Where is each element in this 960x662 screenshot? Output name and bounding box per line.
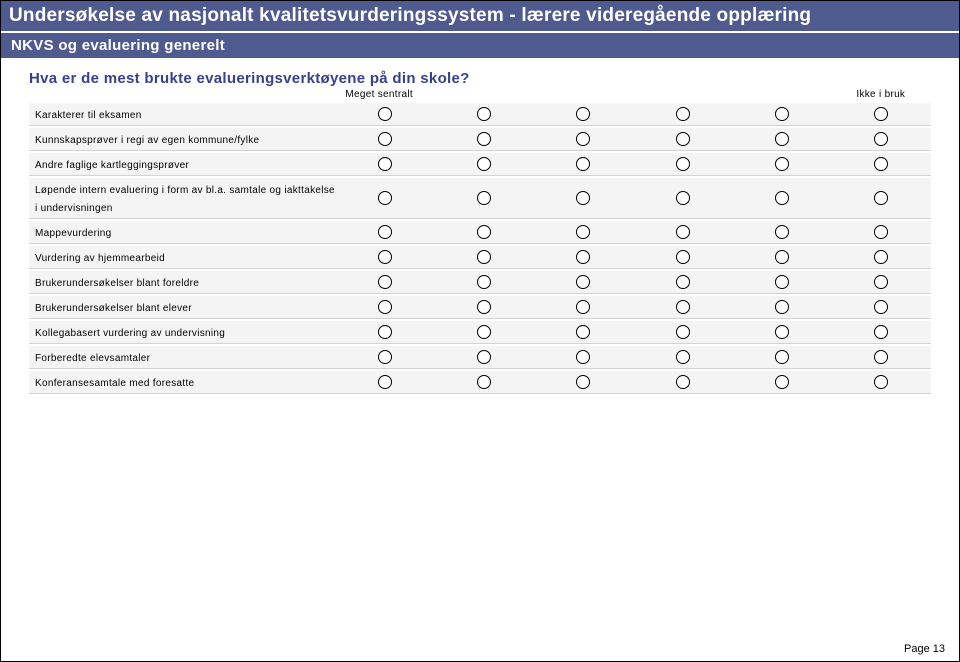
radio-option[interactable] xyxy=(676,157,690,171)
radio-option[interactable] xyxy=(576,225,590,239)
radio-option[interactable] xyxy=(775,225,789,239)
radio-option[interactable] xyxy=(378,275,392,289)
radio-option[interactable] xyxy=(775,300,789,314)
radio-option[interactable] xyxy=(477,300,491,314)
radio-option[interactable] xyxy=(874,300,888,314)
row-label: Brukerundersøkelser blant elever xyxy=(35,303,192,314)
radio-option[interactable] xyxy=(775,157,789,171)
radio-option[interactable] xyxy=(874,325,888,339)
radio-option[interactable] xyxy=(775,275,789,289)
radio-option[interactable] xyxy=(576,107,590,121)
question-block: Hva er de mest brukte evalueringsverktøy… xyxy=(1,58,959,394)
row-label: Mappevurdering xyxy=(35,228,111,239)
matrix-row: Brukerundersøkelser blant foreldre xyxy=(29,271,931,294)
radio-option[interactable] xyxy=(378,225,392,239)
radio-option[interactable] xyxy=(576,375,590,389)
radio-option[interactable] xyxy=(775,132,789,146)
matrix-row: Kunnskapsprøver i regi av egen kommune/f… xyxy=(29,128,931,151)
radio-option[interactable] xyxy=(676,250,690,264)
survey-title: Undersøkelse av nasjonalt kvalitetsvurde… xyxy=(1,1,959,31)
scale-right-label: Ikke i bruk xyxy=(856,89,905,100)
radio-option[interactable] xyxy=(477,250,491,264)
radio-option[interactable] xyxy=(378,375,392,389)
row-label: Brukerundersøkelser blant foreldre xyxy=(35,278,199,289)
section-title: NKVS og evaluering generelt xyxy=(1,31,959,58)
radio-option[interactable] xyxy=(378,350,392,364)
radio-option[interactable] xyxy=(676,375,690,389)
matrix-row: Forberedte elevsamtaler xyxy=(29,346,931,369)
radio-option[interactable] xyxy=(477,191,491,205)
radio-option[interactable] xyxy=(775,375,789,389)
radio-option[interactable] xyxy=(576,275,590,289)
radio-option[interactable] xyxy=(477,132,491,146)
radio-option[interactable] xyxy=(576,157,590,171)
radio-option[interactable] xyxy=(676,191,690,205)
radio-option[interactable] xyxy=(576,300,590,314)
row-label: Forberedte elevsamtaler xyxy=(35,353,150,364)
radio-option[interactable] xyxy=(874,275,888,289)
radio-option[interactable] xyxy=(576,250,590,264)
row-label: Karakterer til eksamen xyxy=(35,110,142,121)
matrix-row: Kollegabasert vurdering av undervisning xyxy=(29,321,931,344)
radio-option[interactable] xyxy=(775,107,789,121)
radio-option[interactable] xyxy=(477,325,491,339)
radio-option[interactable] xyxy=(775,350,789,364)
matrix-row: Karakterer til eksamen xyxy=(29,103,931,126)
radio-option[interactable] xyxy=(576,132,590,146)
row-label: Kollegabasert vurdering av undervisning xyxy=(35,328,225,339)
row-label: Løpende intern evaluering i form av bl.a… xyxy=(35,185,335,214)
radio-option[interactable] xyxy=(874,250,888,264)
radio-option[interactable] xyxy=(477,157,491,171)
radio-option[interactable] xyxy=(676,275,690,289)
radio-option[interactable] xyxy=(378,300,392,314)
scale-header: Meget sentralt Ikke i bruk xyxy=(29,89,931,100)
page-number: Page 13 xyxy=(904,643,945,655)
radio-option[interactable] xyxy=(676,325,690,339)
radio-option[interactable] xyxy=(477,375,491,389)
matrix-row: Løpende intern evaluering i form av bl.a… xyxy=(29,178,931,219)
radio-option[interactable] xyxy=(378,250,392,264)
radio-option[interactable] xyxy=(775,250,789,264)
radio-option[interactable] xyxy=(676,350,690,364)
matrix-row: Konferansesamtale med foresatte xyxy=(29,371,931,394)
radio-option[interactable] xyxy=(775,325,789,339)
radio-option[interactable] xyxy=(477,275,491,289)
radio-option[interactable] xyxy=(477,350,491,364)
row-label: Andre faglige kartleggingsprøver xyxy=(35,160,189,171)
radio-option[interactable] xyxy=(676,300,690,314)
radio-option[interactable] xyxy=(378,107,392,121)
row-label: Konferansesamtale med foresatte xyxy=(35,378,194,389)
row-label: Vurdering av hjemmearbeid xyxy=(35,253,165,264)
radio-option[interactable] xyxy=(378,132,392,146)
matrix: Karakterer til eksamen Kunnskapsprøver i … xyxy=(29,103,931,394)
matrix-row: Andre faglige kartleggingsprøver xyxy=(29,153,931,176)
radio-option[interactable] xyxy=(874,375,888,389)
radio-option[interactable] xyxy=(775,191,789,205)
radio-option[interactable] xyxy=(477,107,491,121)
radio-option[interactable] xyxy=(576,191,590,205)
radio-option[interactable] xyxy=(378,325,392,339)
radio-option[interactable] xyxy=(378,157,392,171)
matrix-row: Vurdering av hjemmearbeid xyxy=(29,246,931,269)
radio-option[interactable] xyxy=(874,350,888,364)
radio-option[interactable] xyxy=(874,107,888,121)
scale-left-label: Meget sentralt xyxy=(345,89,413,100)
matrix-row: Brukerundersøkelser blant elever xyxy=(29,296,931,319)
question-label: Hva er de mest brukte evalueringsverktøy… xyxy=(29,70,931,87)
radio-option[interactable] xyxy=(576,350,590,364)
radio-option[interactable] xyxy=(676,107,690,121)
radio-option[interactable] xyxy=(874,157,888,171)
radio-option[interactable] xyxy=(874,132,888,146)
radio-option[interactable] xyxy=(874,225,888,239)
radio-option[interactable] xyxy=(576,325,590,339)
radio-option[interactable] xyxy=(874,191,888,205)
matrix-row: Mappevurdering xyxy=(29,221,931,244)
radio-option[interactable] xyxy=(676,225,690,239)
radio-option[interactable] xyxy=(676,132,690,146)
row-label: Kunnskapsprøver i regi av egen kommune/f… xyxy=(35,135,259,146)
radio-option[interactable] xyxy=(378,191,392,205)
radio-option[interactable] xyxy=(477,225,491,239)
